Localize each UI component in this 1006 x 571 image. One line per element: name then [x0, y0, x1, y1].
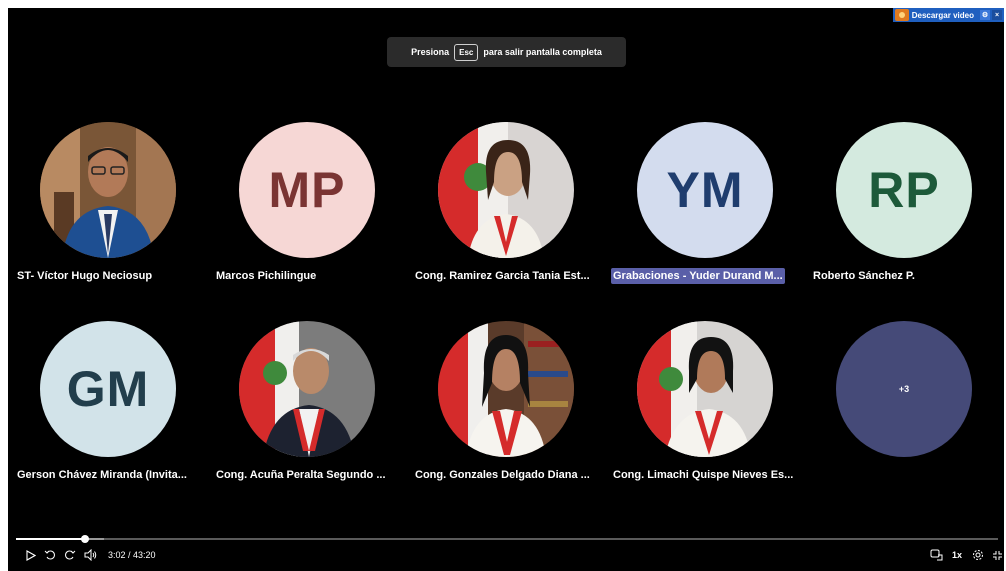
- participant-name: Marcos Pichilingue: [216, 270, 317, 282]
- playback-speed-button[interactable]: 1x: [949, 547, 965, 563]
- participant-name-highlighted: Grabaciones - Yuder Durand M...: [611, 268, 785, 284]
- participant-avatar: YM: [637, 122, 773, 258]
- participant-photo: [239, 321, 375, 457]
- download-video-label[interactable]: Descargar video: [912, 11, 974, 20]
- participant-name: Roberto Sánchez P.: [813, 270, 915, 282]
- participant-name: Cong. Limachi Quispe Nieves Es...: [613, 469, 794, 481]
- participant-name: Gerson Chávez Miranda (Invita...: [17, 469, 187, 481]
- participant-photo: [637, 321, 773, 457]
- participant-photo: [438, 321, 574, 457]
- skip-forward-icon[interactable]: [62, 547, 78, 563]
- participant-initials: MP: [268, 162, 346, 218]
- seek-handle[interactable]: [80, 535, 89, 543]
- volume-icon[interactable]: [82, 547, 98, 563]
- download-video-bar[interactable]: Descargar video ⚙ ×: [892, 8, 1004, 22]
- time-display: 3:02 / 43:20: [108, 550, 156, 560]
- player-controls: 3:02 / 43:20 1x: [16, 547, 1002, 563]
- participant-initials: GM: [66, 361, 150, 417]
- close-icon[interactable]: ×: [992, 10, 1002, 20]
- more-participants-avatar[interactable]: +3: [836, 321, 972, 457]
- download-extension-icon: [894, 9, 909, 21]
- more-participants-count: +3: [898, 384, 910, 394]
- skip-back-icon[interactable]: [42, 547, 58, 563]
- participant-avatar: GM: [40, 321, 176, 457]
- exit-fullscreen-icon[interactable]: [990, 547, 1004, 563]
- participant-initials: YM: [666, 162, 744, 218]
- participant-initials: RP: [868, 162, 940, 218]
- video-player-screen: Descargar video ⚙ × Presiona Esc para sa…: [8, 8, 1004, 571]
- participant-avatar: MP: [239, 122, 375, 258]
- settings-icon[interactable]: [970, 547, 986, 563]
- participant-name: Cong. Ramirez Garcia Tania Est...: [415, 270, 590, 282]
- extension-settings-icon[interactable]: ⚙: [980, 10, 990, 20]
- toast-prefix: Presiona: [411, 47, 450, 57]
- captions-icon[interactable]: [928, 547, 944, 563]
- esc-key-badge: Esc: [454, 43, 479, 61]
- participant-name: Cong. Gonzales Delgado Diana ...: [415, 469, 590, 481]
- seek-bar[interactable]: [16, 535, 998, 543]
- participant-photo: [438, 122, 574, 258]
- toast-suffix: para salir pantalla completa: [483, 47, 602, 57]
- play-icon[interactable]: [22, 547, 38, 563]
- participant-photo: [40, 122, 176, 258]
- participant-avatar: RP: [836, 122, 972, 258]
- fullscreen-exit-toast: Presiona Esc para salir pantalla complet…: [387, 37, 626, 67]
- participant-name: ST- Víctor Hugo Neciosup: [17, 270, 153, 282]
- participant-name: Cong. Acuña Peralta Segundo ...: [216, 469, 386, 481]
- played-bar: [16, 538, 85, 540]
